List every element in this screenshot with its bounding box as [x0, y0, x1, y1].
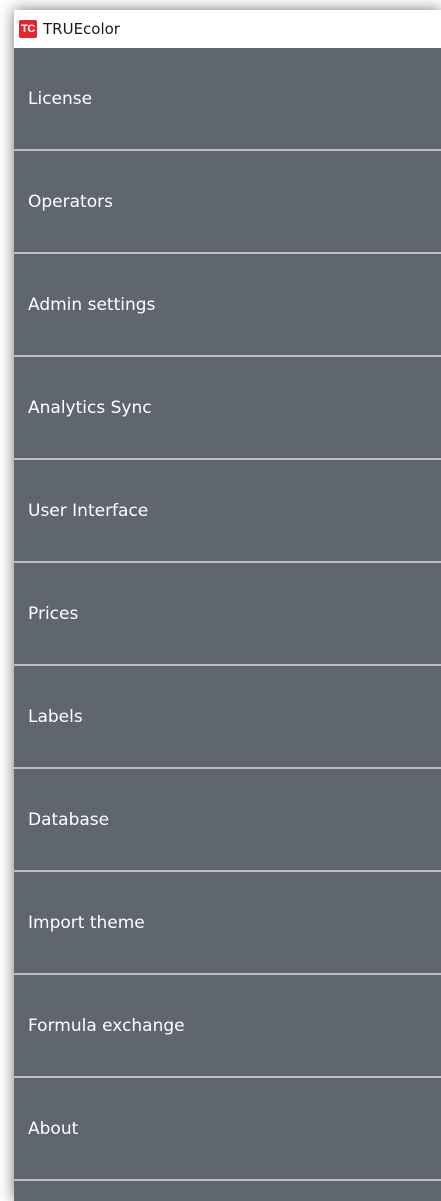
- menu-item-label: Analytics Sync: [28, 397, 152, 418]
- title-bar: TC TRUEcolor: [14, 10, 441, 48]
- menu-item-license[interactable]: License: [14, 48, 441, 151]
- settings-menu: License Operators Admin settings Analyti…: [14, 48, 441, 1181]
- menu-item-label: Admin settings: [28, 294, 156, 315]
- menu-item-labels[interactable]: Labels: [14, 666, 441, 769]
- menu-item-label: License: [28, 88, 93, 109]
- menu-item-operators[interactable]: Operators: [14, 151, 441, 254]
- menu-item-prices[interactable]: Prices: [14, 563, 441, 666]
- menu-item-database[interactable]: Database: [14, 769, 441, 872]
- settings-window: TC TRUEcolor License Operators Admin set…: [14, 10, 441, 1201]
- menu-item-label: Formula exchange: [28, 1015, 185, 1036]
- menu-item-analytics-sync[interactable]: Analytics Sync: [14, 357, 441, 460]
- menu-item-label: Operators: [28, 191, 113, 212]
- menu-item-label: Labels: [28, 706, 83, 727]
- window-title: TRUEcolor: [43, 20, 120, 38]
- menu-item-label: Prices: [28, 603, 79, 624]
- menu-item-admin-settings[interactable]: Admin settings: [14, 254, 441, 357]
- menu-item-label: User Interface: [28, 500, 149, 521]
- menu-item-formula-exchange[interactable]: Formula exchange: [14, 975, 441, 1078]
- menu-item-label: Database: [28, 809, 110, 830]
- menu-item-user-interface[interactable]: User Interface: [14, 460, 441, 563]
- app-logo-icon: TC: [19, 20, 37, 38]
- menu-item-label: About: [28, 1118, 79, 1139]
- menu-item-label: Import theme: [28, 912, 145, 933]
- menu-item-import-theme[interactable]: Import theme: [14, 872, 441, 975]
- menu-item-about[interactable]: About: [14, 1078, 441, 1181]
